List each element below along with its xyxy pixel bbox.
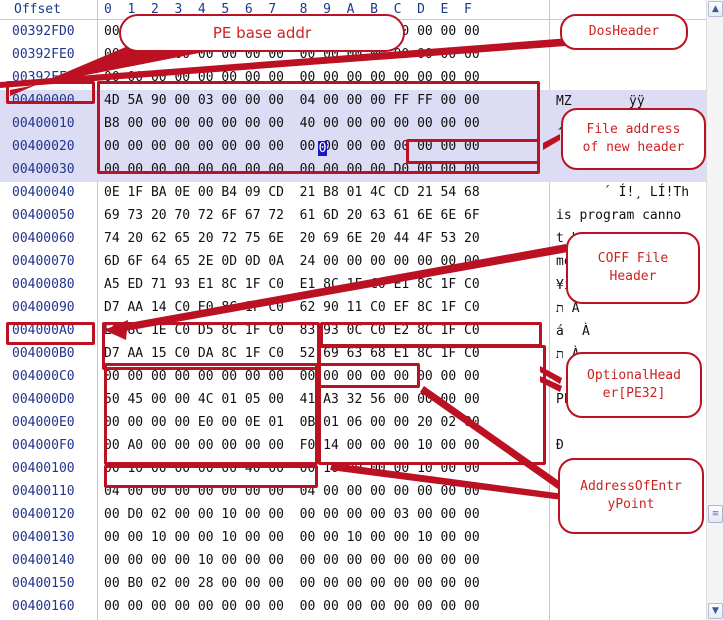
scroll-up-arrow-icon[interactable]: ▲: [708, 1, 723, 17]
row-offset: 00400080: [12, 277, 75, 292]
hex-editor-window: Offset 0 1 2 3 4 5 6 7 8 9 A B C D E F 0…: [0, 0, 723, 620]
offset-column-header: Offset: [14, 2, 61, 17]
row-offset: 00400160: [12, 599, 75, 614]
row-hex-bytes[interactable]: 00 D0 02 00 00 10 00 00 00 00 00 00 03 0…: [104, 507, 480, 522]
row-offset: 00400040: [12, 185, 75, 200]
row-offset: 00400060: [12, 231, 75, 246]
table-row[interactable]: 00400160 00 00 00 00 00 00 00 00 00 00 00…: [0, 596, 706, 619]
hbox-optional-tail: [104, 465, 318, 488]
row-hex-bytes[interactable]: 6D 6F 64 65 2E 0D 0D 0A 24 00 00 00 00 0…: [104, 254, 480, 269]
table-row[interactable]: 00400140 00 00 00 00 10 00 00 00 00 00 00…: [0, 550, 706, 573]
callout-address-of-entry-point: AddressOfEntr yPoint: [558, 458, 704, 534]
callout-file-address-of-new-header: File address of new header: [561, 108, 706, 170]
row-hex-bytes[interactable]: 00 00 10 00 00 10 00 00 00 00 10 00 00 1…: [104, 530, 480, 545]
vertical-scrollbar[interactable]: ▲ ≡ ▼: [706, 0, 723, 620]
row-offset: 00400150: [12, 576, 75, 591]
row-ascii[interactable]: is program canno: [556, 208, 681, 223]
row-hex-bytes[interactable]: 0E 1F BA 0E 00 B4 09 CD 21 B8 01 4C CD 2…: [104, 185, 480, 200]
hbox-optional-left: [104, 363, 318, 465]
row-offset: 004000E0: [12, 415, 75, 430]
row-offset: 00400010: [12, 116, 75, 131]
hbox-coff-right: [320, 322, 542, 347]
hbox-address-of-entry-point-bytes: [318, 363, 420, 388]
row-hex-bytes[interactable]: 69 73 20 70 72 6F 67 72 61 6D 20 63 61 6…: [104, 208, 480, 223]
row-offset: 00400110: [12, 484, 75, 499]
row-offset: 004000C0: [12, 369, 75, 384]
row-offset: 00400140: [12, 553, 75, 568]
row-hex-bytes[interactable]: 00 00 00 00 00 00 00 00 00 00 00 00 00 0…: [104, 599, 480, 614]
row-hex-bytes[interactable]: 74 20 62 65 20 72 75 6E 20 69 6E 20 44 4…: [104, 231, 480, 246]
callout-pe-base-addr: PE base addr: [119, 14, 405, 52]
row-offset: 00400030: [12, 162, 75, 177]
row-hex-bytes[interactable]: 00 00 00 00 10 00 00 00 00 00 00 00 00 0…: [104, 553, 480, 568]
scrollbar-thumb[interactable]: ≡: [708, 505, 723, 523]
row-ascii[interactable]: ´ Í!¸ LÍ!Th: [556, 185, 689, 200]
row-offset: 004000F0: [12, 438, 75, 453]
table-row[interactable]: 00400040 0E 1F BA 0E 00 B4 09 CD 21 B8 01…: [0, 182, 706, 205]
table-row[interactable]: 00400150 00 B0 02 00 28 00 00 00 00 00 00…: [0, 573, 706, 596]
callout-optional-header: OptionalHead er[PE32]: [566, 352, 702, 418]
row-offset: 00400070: [12, 254, 75, 269]
hbox-offset-00400000: [6, 81, 95, 104]
row-offset: 00400130: [12, 530, 75, 545]
callout-dos-header: DosHeader: [560, 14, 688, 50]
row-offset: 004000D0: [12, 392, 75, 407]
callout-coff-file-header: COFF File Header: [566, 232, 700, 304]
table-row[interactable]: 00400050 69 73 20 70 72 6F 67 72 61 6D 20…: [0, 205, 706, 228]
row-hex-bytes[interactable]: D7 AA 14 C0 E0 8C 1F C0 62 90 11 C0 EF 8…: [104, 300, 480, 315]
row-offset: 00400100: [12, 461, 75, 476]
hbox-offset-004000D0: [6, 322, 95, 345]
row-ascii[interactable]: Ð: [556, 438, 564, 453]
scroll-down-arrow-icon[interactable]: ▼: [708, 603, 723, 619]
row-offset: 00400020: [12, 139, 75, 154]
row-offset: 00392FE0: [12, 47, 75, 62]
row-ascii[interactable]: á À: [556, 323, 590, 340]
row-hex-bytes[interactable]: 00 B0 02 00 28 00 00 00 00 00 00 00 00 0…: [104, 576, 480, 591]
row-offset: 00400120: [12, 507, 75, 522]
row-offset: 00392FD0: [12, 24, 75, 39]
row-offset: 00400050: [12, 208, 75, 223]
row-hex-bytes[interactable]: A5 ED 71 93 E1 8C 1F C0 E1 8C 1F C0 E1 8…: [104, 277, 480, 292]
row-offset: 00400090: [12, 300, 75, 315]
hbox-e_lfanew: [406, 139, 540, 164]
row-offset: 004000B0: [12, 346, 75, 361]
